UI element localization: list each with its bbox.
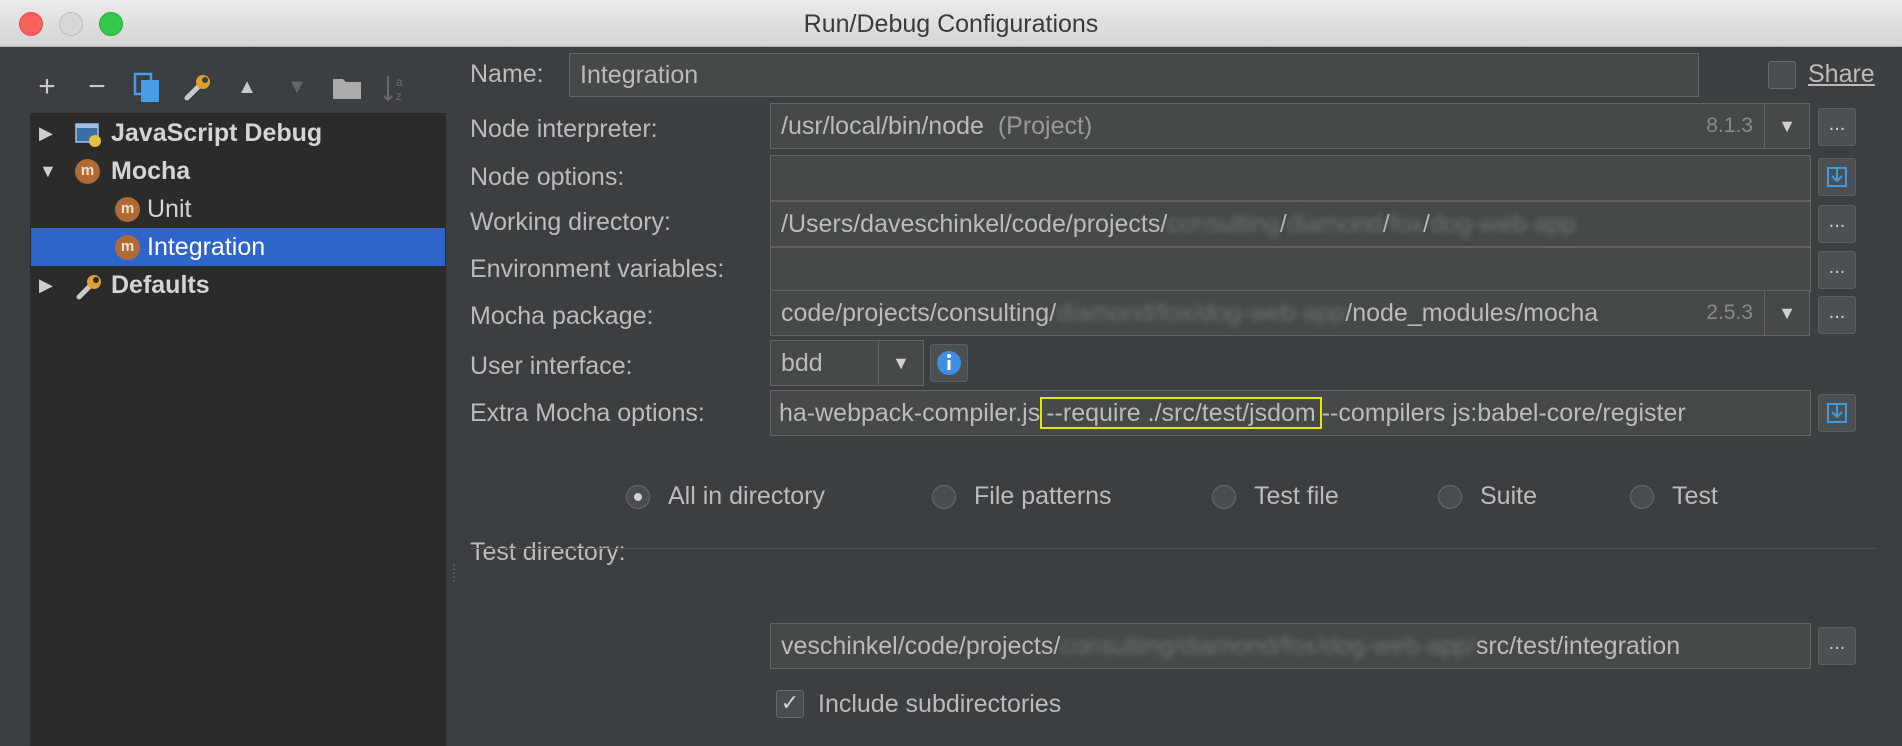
- mocha-package-label: Mocha package:: [470, 302, 654, 330]
- radio-label-test-file: Test file: [1254, 482, 1339, 510]
- node-interpreter-browse-button[interactable]: ...: [1818, 108, 1856, 146]
- wrench-icon: [75, 273, 101, 300]
- mocha-package-value: code/projects/consulting/diamond/fox/dog…: [781, 299, 1599, 327]
- share-label: Share: [1808, 60, 1875, 88]
- tree-item-label: Defaults: [111, 271, 210, 299]
- node-interpreter-label: Node interpreter:: [470, 115, 658, 143]
- section-divider: [470, 548, 1876, 549]
- highlighted-require-option: --require ./src/test/jsdom: [1040, 397, 1322, 429]
- radio-suite[interactable]: [1438, 485, 1462, 509]
- tree-item-label: Unit: [147, 195, 192, 223]
- tree-item-defaults[interactable]: ▶ Defaults: [31, 266, 445, 304]
- mocha-icon: m: [75, 159, 101, 184]
- info-icon[interactable]: [930, 344, 968, 382]
- svg-text:a: a: [396, 75, 403, 89]
- radio-label-suite: Suite: [1480, 482, 1537, 510]
- node-options-label: Node options:: [470, 163, 625, 191]
- tree-item-mocha[interactable]: ▼ m Mocha: [31, 152, 445, 190]
- copy-icon[interactable]: [130, 67, 164, 107]
- extra-mocha-options-label: Extra Mocha options:: [470, 399, 705, 427]
- test-directory-browse-button[interactable]: ...: [1818, 627, 1856, 665]
- remove-icon[interactable]: −: [80, 67, 114, 107]
- working-directory-input[interactable]: /Users/daveschinkel/code/projects/consul…: [770, 201, 1811, 247]
- tree-item-label: Integration: [147, 233, 266, 261]
- mocha-version: 2.5.3: [1706, 301, 1753, 324]
- tree-item-label: Mocha: [111, 157, 191, 185]
- sort-alphabetically-icon[interactable]: a z: [380, 67, 414, 107]
- tree-item-javascript-debug[interactable]: ▶ JavaScript Debug: [31, 114, 445, 152]
- name-input[interactable]: Integration: [569, 53, 1699, 97]
- expand-arrow-icon[interactable]: ▶: [39, 114, 59, 152]
- user-interface-value: bdd: [781, 349, 823, 377]
- radio-test-file[interactable]: [1212, 485, 1236, 509]
- mocha-package-browse-button[interactable]: ...: [1818, 296, 1856, 334]
- expand-field-icon[interactable]: [1818, 158, 1856, 196]
- collapse-arrow-icon[interactable]: ▼: [39, 152, 59, 190]
- environment-variables-label: Environment variables:: [470, 255, 725, 283]
- include-subdirectories-label: Include subdirectories: [818, 690, 1062, 718]
- configuration-tree: ▶ JavaScript Debug ▼ m Mocha m Unit m In…: [30, 113, 446, 746]
- mocha-icon: m: [115, 235, 141, 260]
- tree-item-unit[interactable]: m Unit: [31, 190, 445, 228]
- environment-variables-browse-button[interactable]: ...: [1818, 251, 1856, 289]
- node-options-input[interactable]: [770, 155, 1811, 201]
- user-interface-combo[interactable]: bdd ▼: [770, 340, 924, 386]
- radio-label-all-in-directory: All in directory: [668, 482, 825, 510]
- working-directory-label: Working directory:: [470, 208, 671, 236]
- working-directory-browse-button[interactable]: ...: [1818, 205, 1856, 243]
- expand-field-icon[interactable]: [1818, 394, 1856, 432]
- include-subdirectories-checkbox[interactable]: ✓: [776, 690, 804, 718]
- chevron-down-icon[interactable]: ▼: [1764, 291, 1809, 335]
- edit-defaults-icon[interactable]: [180, 67, 214, 107]
- expand-arrow-icon[interactable]: ▶: [39, 266, 59, 304]
- radio-label-test: Test: [1672, 482, 1718, 510]
- chevron-down-icon[interactable]: ▼: [878, 341, 923, 385]
- extra-mocha-options-input[interactable]: ha-webpack-compiler.js --require ./src/te…: [770, 390, 1811, 436]
- tree-item-label: JavaScript Debug: [111, 119, 323, 147]
- radio-all-in-directory[interactable]: [626, 485, 650, 509]
- window-title: Run/Debug Configurations: [803, 10, 1099, 38]
- configurations-pane: + − ▲ ▼ a z ▶ JavaScript Debug ▼ m Mocha…: [0, 47, 460, 746]
- window-titlebar: Run/Debug Configurations: [0, 0, 1902, 47]
- add-icon[interactable]: +: [30, 67, 64, 107]
- name-label: Name:: [470, 60, 544, 88]
- move-down-icon[interactable]: ▼: [280, 67, 314, 107]
- radio-label-file-patterns: File patterns: [974, 482, 1112, 510]
- share-checkbox[interactable]: [1768, 61, 1796, 89]
- mocha-icon: m: [115, 197, 141, 222]
- node-interpreter-value: /usr/local/bin/node (Project): [781, 112, 1093, 140]
- folder-icon[interactable]: [330, 67, 364, 107]
- test-directory-label: Test directory:: [470, 538, 626, 566]
- chevron-down-icon[interactable]: ▼: [1764, 104, 1809, 148]
- node-version: 8.1.3: [1706, 114, 1753, 137]
- svg-text:z: z: [396, 89, 402, 103]
- node-interpreter-combo[interactable]: /usr/local/bin/node (Project) 8.1.3 ▼: [770, 103, 1810, 149]
- javascript-debug-icon: [75, 121, 101, 147]
- tree-item-integration[interactable]: m Integration: [31, 228, 445, 266]
- radio-test[interactable]: [1630, 485, 1654, 509]
- test-directory-input[interactable]: veschinkel/code/projects/consulting/diam…: [770, 623, 1811, 669]
- move-up-icon[interactable]: ▲: [230, 67, 264, 107]
- radio-file-patterns[interactable]: [932, 485, 956, 509]
- environment-variables-input[interactable]: [770, 247, 1811, 293]
- mocha-package-combo[interactable]: code/projects/consulting/diamond/fox/dog…: [770, 290, 1810, 336]
- user-interface-label: User interface:: [470, 352, 633, 380]
